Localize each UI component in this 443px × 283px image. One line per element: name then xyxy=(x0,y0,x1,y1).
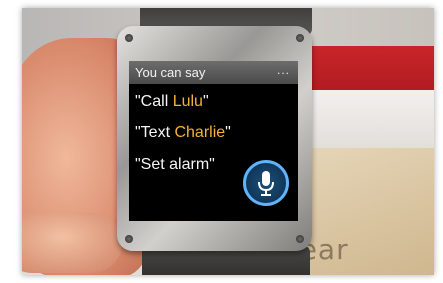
screw-icon xyxy=(125,235,133,243)
header-title: You can say xyxy=(135,65,206,80)
photo: Gear You can say ... "Call Lulu" "Text C… xyxy=(22,8,434,275)
command-set-alarm: "Set alarm" xyxy=(135,156,215,173)
watch-screen: You can say ... "Call Lulu" "Text Charli… xyxy=(129,61,298,221)
screw-icon xyxy=(296,34,304,42)
command-highlight: Lulu xyxy=(172,93,203,110)
microphone-icon xyxy=(258,171,274,196)
more-icon[interactable]: ... xyxy=(277,63,290,77)
command-text: "Text Charlie" xyxy=(135,124,231,141)
command-call: "Call Lulu" xyxy=(135,93,209,110)
screw-icon xyxy=(296,235,304,243)
screen-header: You can say ... xyxy=(129,61,298,84)
command-highlight: Charlie xyxy=(174,124,226,141)
finger xyxy=(22,213,122,273)
screw-icon xyxy=(125,34,133,42)
microphone-button[interactable] xyxy=(243,160,289,206)
